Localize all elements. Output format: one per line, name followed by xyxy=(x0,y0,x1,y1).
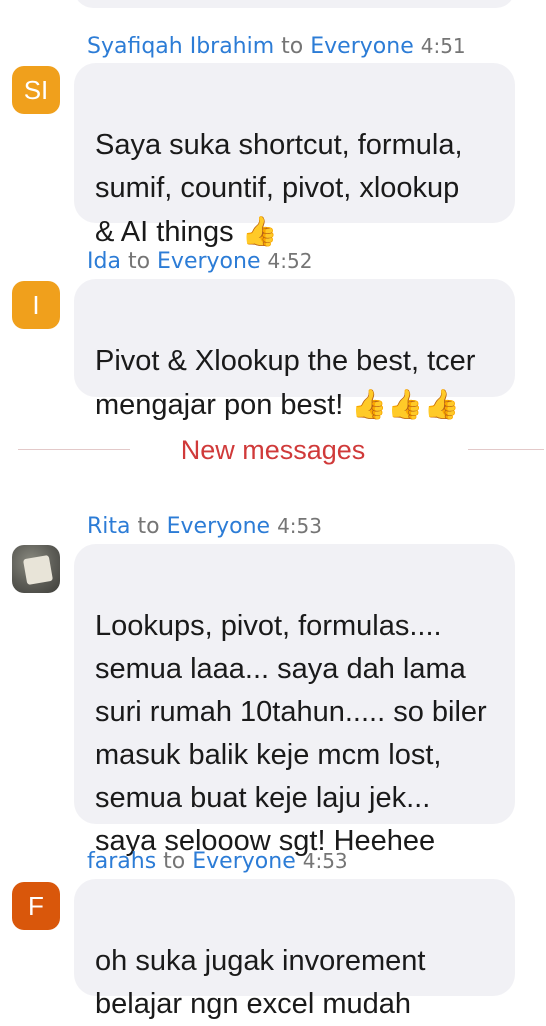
timestamp: 4:52 xyxy=(267,249,313,273)
avatar[interactable]: F xyxy=(12,882,60,930)
sender-name[interactable]: Syafiqah Ibrahim xyxy=(87,34,274,59)
timestamp: 4:53 xyxy=(277,514,322,538)
message-bubble: Pivot & Xlookup the best, tcer mengajar … xyxy=(74,279,515,421)
recipient-name[interactable]: Everyone xyxy=(157,249,260,274)
message-header: Rita to Everyone 4:53 xyxy=(87,512,322,541)
avatar[interactable]: SI xyxy=(12,66,60,114)
message-bubble: oh suka jugak invorement belajar ngn exc… xyxy=(74,879,515,1020)
signboard-icon xyxy=(22,554,54,586)
new-messages-label: New messages xyxy=(180,435,366,465)
new-messages-divider: New messages xyxy=(0,430,546,470)
to-label: to xyxy=(281,34,304,59)
to-label: to xyxy=(163,849,186,874)
sender-name[interactable]: Rita xyxy=(87,514,131,539)
avatar-initials: I xyxy=(32,290,40,320)
message-header: farahs to Everyone 4:53 xyxy=(87,847,348,876)
timestamp: 4:53 xyxy=(302,849,348,873)
timestamp: 4:51 xyxy=(420,34,466,58)
message-text: oh suka jugak invorement belajar ngn exc… xyxy=(95,945,426,1020)
message-header: Syafiqah Ibrahim to Everyone 4:51 xyxy=(87,32,466,61)
thumbs-up-icon: 👍👍👍 xyxy=(351,387,460,421)
to-label: to xyxy=(127,249,151,274)
avatar[interactable]: I xyxy=(12,281,60,329)
recipient-name[interactable]: Everyone xyxy=(192,849,295,874)
message-bubble: Lookups, pivot, formulas.... semua laaa.… xyxy=(74,544,515,857)
avatar-initials: F xyxy=(28,891,44,921)
message-text: Saya suka shortcut, formula, sumif, coun… xyxy=(95,129,463,248)
avatar-initials: SI xyxy=(23,75,49,105)
previous-message-bubble xyxy=(74,0,515,8)
sender-name[interactable]: farahs xyxy=(87,849,156,874)
message-bubble: Saya suka shortcut, formula, sumif, coun… xyxy=(74,63,515,248)
recipient-name[interactable]: Everyone xyxy=(167,514,270,539)
avatar[interactable] xyxy=(12,545,60,593)
message-text: Lookups, pivot, formulas.... semua laaa.… xyxy=(95,610,487,857)
thumbs-up-icon: 👍 xyxy=(241,214,278,248)
sender-name[interactable]: Ida xyxy=(87,249,121,274)
to-label: to xyxy=(137,514,160,539)
recipient-name[interactable]: Everyone xyxy=(310,34,413,59)
message-header: Ida to Everyone 4:52 xyxy=(87,247,312,276)
